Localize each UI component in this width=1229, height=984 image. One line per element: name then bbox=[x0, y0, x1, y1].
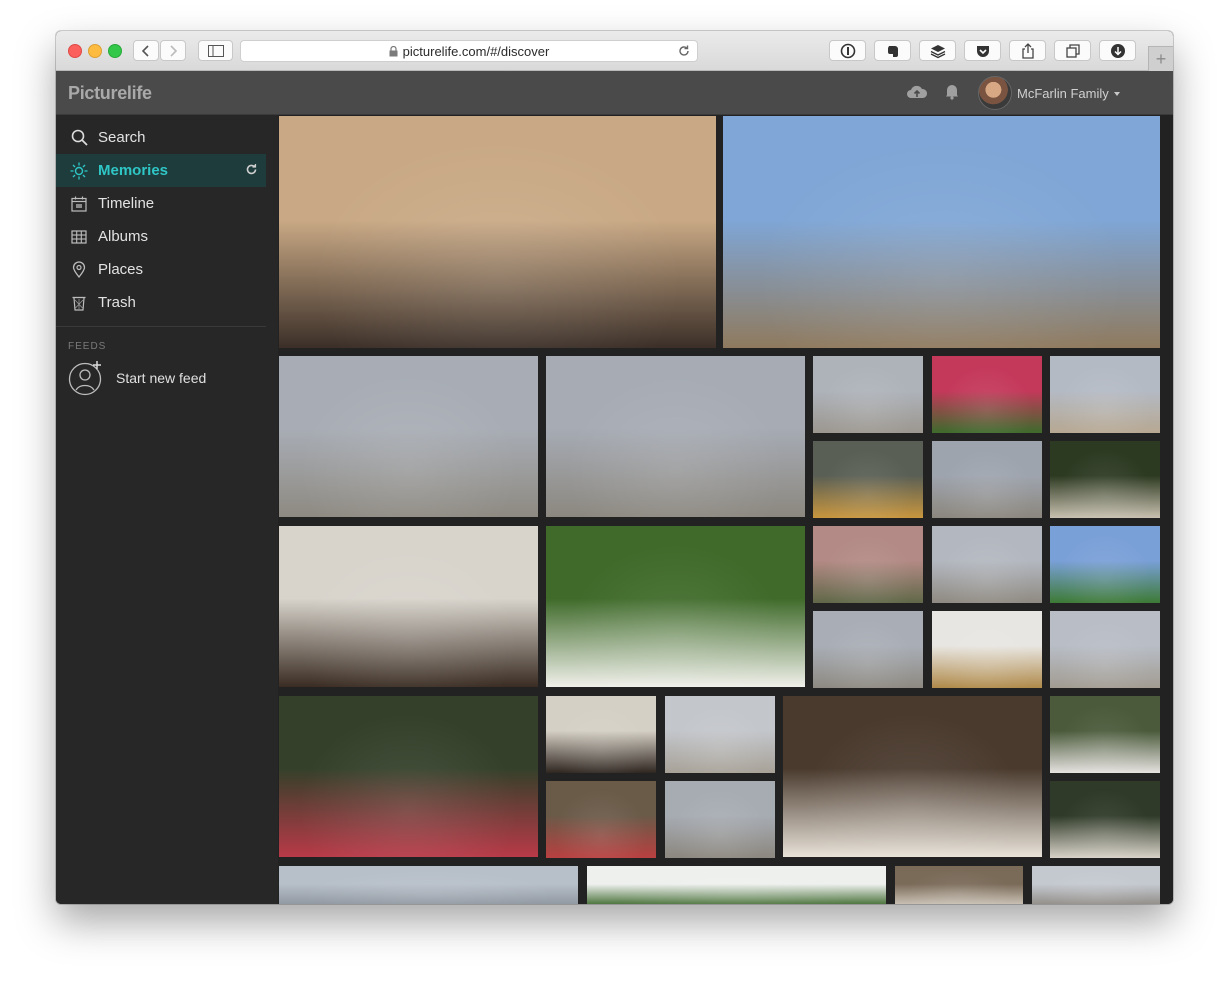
photo-thumbnail[interactable] bbox=[1050, 781, 1160, 858]
photo-thumbnail[interactable] bbox=[1050, 526, 1160, 603]
photo-thumbnail[interactable] bbox=[279, 356, 538, 517]
password-manager-button[interactable] bbox=[829, 40, 866, 61]
photo-thumbnail[interactable] bbox=[932, 356, 1042, 433]
elephant-icon bbox=[887, 45, 898, 57]
sun-icon bbox=[70, 162, 88, 179]
photo-thumbnail[interactable] bbox=[279, 526, 538, 687]
albums-grid-icon bbox=[71, 229, 87, 244]
share-button[interactable] bbox=[1009, 40, 1046, 61]
photo-thumbnail[interactable] bbox=[665, 781, 775, 858]
user-menu[interactable]: McFarlin Family bbox=[1017, 86, 1120, 101]
sidebar-divider bbox=[56, 326, 266, 327]
photo-thumbnail[interactable] bbox=[546, 696, 656, 773]
photo-thumbnail[interactable] bbox=[932, 441, 1042, 518]
photo-thumbnail[interactable] bbox=[783, 696, 1042, 857]
bell-icon[interactable] bbox=[945, 83, 959, 100]
sidebar-toggle-button[interactable] bbox=[198, 40, 233, 61]
sidebar: Search Memories Timeline Albums Places T… bbox=[56, 115, 278, 904]
photo-thumbnail[interactable] bbox=[1050, 611, 1160, 688]
forward-button[interactable] bbox=[160, 40, 186, 61]
sidebar-item-label: Trash bbox=[98, 294, 136, 311]
buffer-button[interactable] bbox=[919, 40, 956, 61]
photo-thumbnail[interactable] bbox=[665, 696, 775, 773]
tabs-icon bbox=[1065, 43, 1080, 58]
one-password-icon bbox=[840, 43, 855, 58]
map-pin-icon bbox=[72, 261, 86, 278]
zoom-window-button[interactable] bbox=[108, 44, 122, 58]
sidebar-item-places[interactable]: Places bbox=[56, 253, 266, 286]
photo-thumbnail[interactable] bbox=[546, 781, 656, 858]
back-button[interactable] bbox=[133, 40, 159, 61]
photo-thumbnail[interactable] bbox=[813, 356, 923, 433]
download-icon bbox=[1110, 43, 1125, 58]
add-feed-person-icon bbox=[68, 361, 102, 396]
search-icon bbox=[71, 129, 88, 146]
avatar[interactable] bbox=[978, 76, 1012, 110]
photo-thumbnail[interactable] bbox=[813, 526, 923, 603]
chevron-left-icon bbox=[141, 44, 149, 57]
sidebar-item-albums[interactable]: Albums bbox=[56, 220, 266, 253]
lock-icon bbox=[389, 45, 398, 56]
pocket-button[interactable] bbox=[964, 40, 1001, 61]
photo-thumbnail[interactable] bbox=[813, 441, 923, 518]
share-icon bbox=[1021, 42, 1034, 59]
user-name: McFarlin Family bbox=[1017, 86, 1109, 101]
photo-thumbnail[interactable] bbox=[546, 356, 805, 517]
photo-thumbnail[interactable] bbox=[813, 611, 923, 688]
evernote-button[interactable] bbox=[874, 40, 911, 61]
start-new-feed-label: Start new feed bbox=[116, 370, 207, 386]
layers-icon bbox=[930, 44, 945, 58]
photo-thumbnail[interactable] bbox=[723, 116, 1160, 348]
photo-thumbnail[interactable] bbox=[932, 611, 1042, 688]
browser-toolbar: picturelife.com/#/discover + bbox=[56, 31, 1173, 71]
photo-thumbnail[interactable] bbox=[279, 116, 716, 348]
url-text: picturelife.com/#/discover bbox=[402, 43, 550, 59]
sidebar-item-timeline[interactable]: Timeline bbox=[56, 187, 266, 220]
minimize-window-button[interactable] bbox=[88, 44, 102, 58]
photo-thumbnail[interactable] bbox=[587, 866, 886, 904]
sidebar-icon bbox=[207, 44, 224, 57]
sidebar-item-trash[interactable]: Trash bbox=[56, 286, 266, 319]
photo-thumbnail[interactable] bbox=[546, 526, 805, 687]
address-bar[interactable]: picturelife.com/#/discover bbox=[240, 40, 698, 62]
sidebar-item-label: Places bbox=[98, 261, 144, 278]
photo-thumbnail[interactable] bbox=[1050, 356, 1160, 433]
sidebar-item-search[interactable]: Search bbox=[56, 121, 266, 154]
trash-icon bbox=[72, 296, 86, 311]
photo-thumbnail[interactable] bbox=[279, 866, 578, 904]
feeds-heading: FEEDS bbox=[68, 341, 107, 352]
calendar-icon bbox=[71, 196, 87, 212]
reload-icon[interactable] bbox=[677, 44, 691, 58]
chevron-right-icon bbox=[170, 44, 178, 57]
sidebar-item-label: Search bbox=[98, 129, 146, 146]
app-logo[interactable]: Picturelife bbox=[68, 83, 152, 104]
close-window-button[interactable] bbox=[68, 44, 82, 58]
photo-thumbnail[interactable] bbox=[895, 866, 1023, 904]
photo-thumbnail[interactable] bbox=[279, 696, 538, 857]
new-tab-button[interactable]: + bbox=[1148, 46, 1173, 71]
photo-thumbnail[interactable] bbox=[1050, 696, 1160, 773]
photo-thumbnail[interactable] bbox=[932, 526, 1042, 603]
sidebar-item-memories[interactable]: Memories bbox=[56, 154, 266, 187]
photo-thumbnail[interactable] bbox=[1032, 866, 1160, 904]
pocket-icon bbox=[976, 45, 989, 57]
sidebar-item-label: Albums bbox=[98, 228, 149, 245]
photo-grid bbox=[278, 115, 1173, 904]
browser-window: picturelife.com/#/discover + Picturelife bbox=[56, 31, 1173, 904]
downloads-button[interactable] bbox=[1099, 40, 1136, 61]
sidebar-item-label: Memories bbox=[98, 162, 169, 179]
start-new-feed-button[interactable]: Start new feed bbox=[68, 360, 206, 396]
cloud-upload-icon[interactable] bbox=[906, 84, 928, 100]
caret-down-icon bbox=[1113, 91, 1120, 96]
sidebar-item-label: Timeline bbox=[98, 195, 155, 212]
refresh-icon[interactable] bbox=[245, 163, 258, 176]
photo-thumbnail[interactable] bbox=[1050, 441, 1160, 518]
tabs-overview-button[interactable] bbox=[1054, 40, 1091, 61]
app-header: Picturelife McFarlin Family bbox=[56, 71, 1173, 115]
